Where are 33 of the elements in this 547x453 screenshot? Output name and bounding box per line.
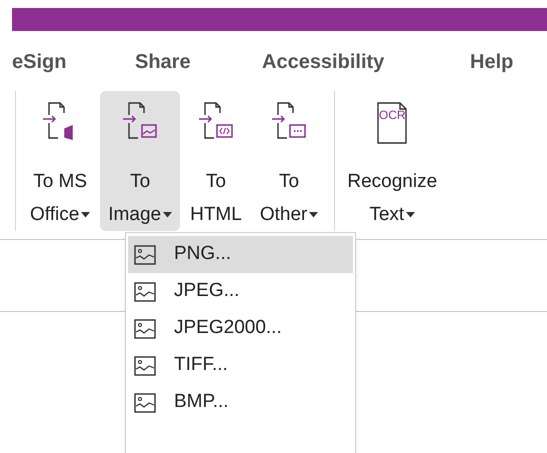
button-label: Office — [30, 203, 80, 227]
menu-item[interactable]: PNG... — [128, 236, 353, 273]
button-label: Other — [260, 203, 308, 227]
ribbon-button[interactable]: To Image — [100, 91, 180, 231]
button-label: Image — [108, 203, 162, 227]
image-icon — [134, 282, 156, 302]
button-label: To — [279, 170, 300, 194]
image-icon — [134, 356, 156, 376]
button-label: To — [130, 170, 150, 194]
image-icon — [134, 392, 156, 412]
image-icon — [134, 318, 156, 338]
menu-item[interactable]: JPEG2000... — [128, 310, 353, 347]
ribbon-tab[interactable]: Help — [470, 51, 514, 73]
ribbon-tab[interactable]: Share — [135, 51, 191, 73]
button-label: Text — [369, 203, 404, 227]
button-label: Recognize — [347, 170, 438, 194]
ribbon-button[interactable]: OCR Recognize Text — [339, 91, 446, 231]
button-label: To MS — [33, 170, 88, 194]
caret-icon — [163, 212, 172, 218]
caret-icon — [406, 212, 416, 218]
image-icon — [134, 244, 156, 264]
ribbon-button[interactable]: To HTML — [182, 91, 250, 231]
caret-icon — [309, 212, 318, 218]
menu-item[interactable]: JPEG... — [128, 273, 353, 310]
ribbon-tab[interactable]: Accessibility — [262, 51, 384, 73]
ribbon-button[interactable]: To MS Office — [22, 91, 98, 231]
menu-item[interactable]: BMP... — [128, 384, 353, 421]
button-label: To — [206, 170, 226, 194]
caret-icon — [81, 212, 90, 218]
menu-item[interactable]: TIFF... — [128, 347, 353, 384]
ribbon-button[interactable]: To Other — [252, 91, 326, 231]
button-label: HTML — [190, 203, 242, 227]
ribbon-tab[interactable]: eSign — [12, 51, 66, 73]
